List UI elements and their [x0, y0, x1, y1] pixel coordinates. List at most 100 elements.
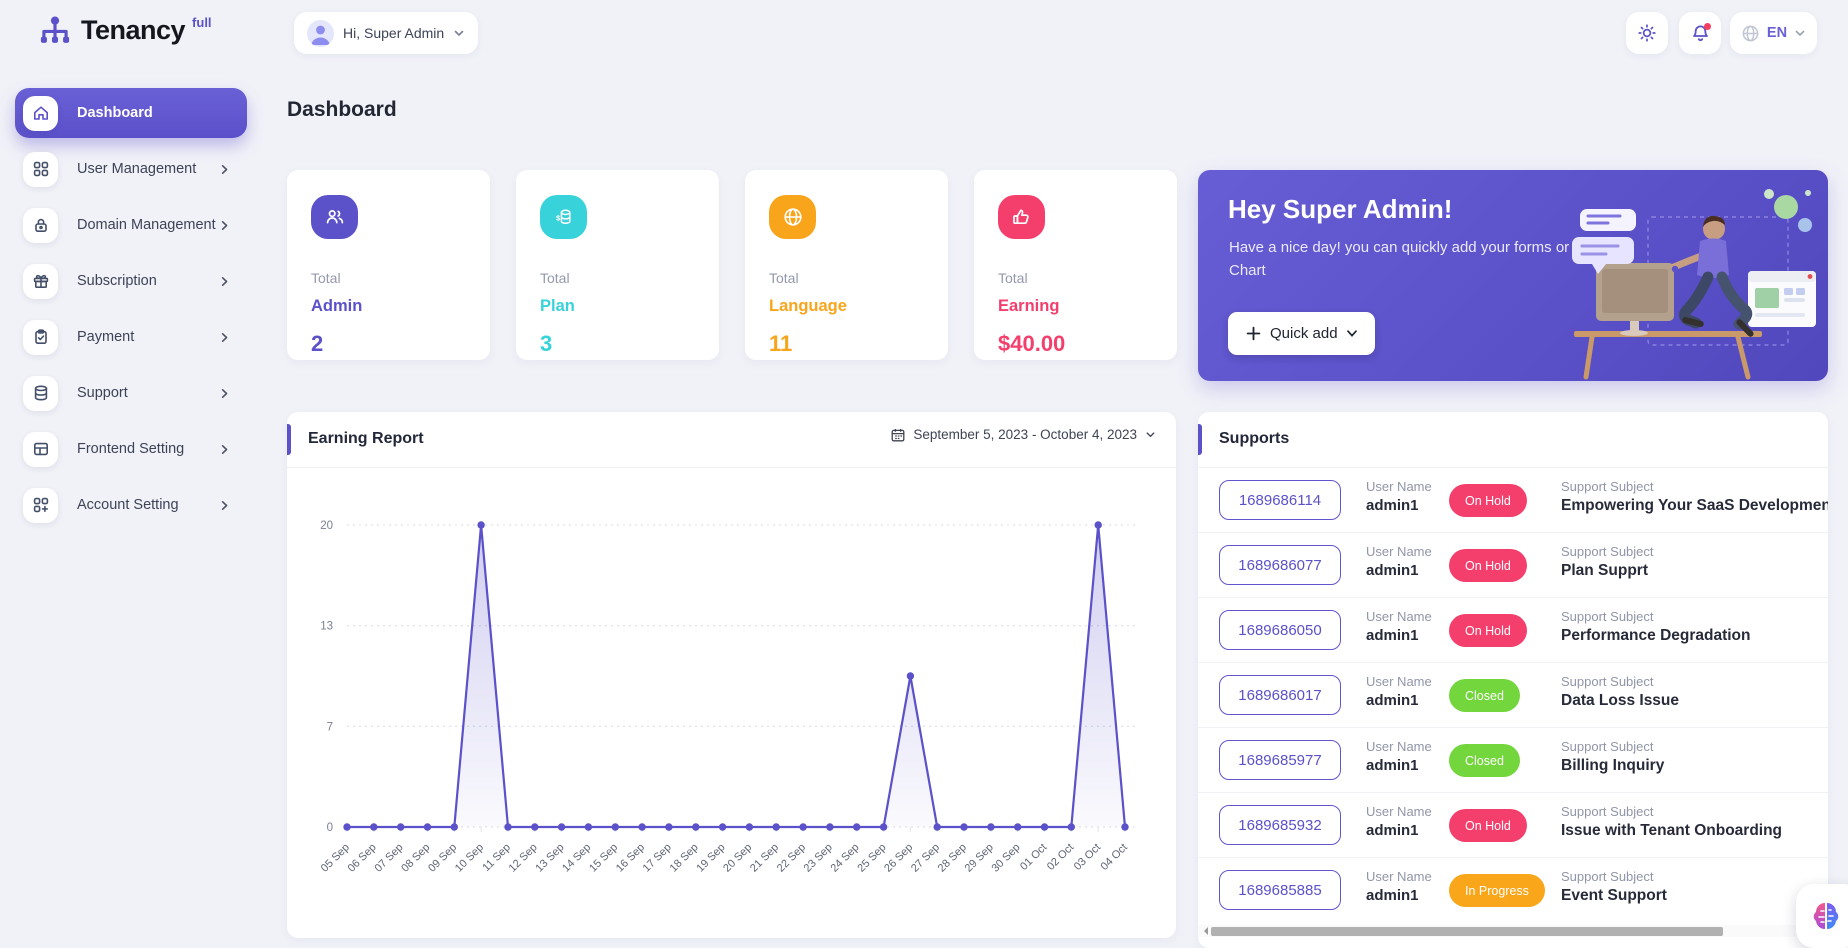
lock-icon: [23, 208, 58, 243]
support-subject-label: Support Subject: [1561, 674, 1828, 689]
grid-plus-icon: [23, 488, 58, 523]
calendar-icon: [891, 428, 905, 442]
profile-menu-button[interactable]: Hi, Super Admin: [294, 12, 478, 54]
language-selector[interactable]: EN: [1730, 12, 1817, 54]
sidebar-item-dashboard[interactable]: Dashboard: [15, 88, 247, 138]
brand-logo[interactable]: Tenancy full: [36, 14, 212, 52]
notifications-button[interactable]: [1679, 12, 1721, 54]
brand-tree-icon: [36, 14, 74, 52]
stat-card-earning: TotalEarning$40.00: [974, 170, 1177, 360]
sidebar-item-account-setting[interactable]: Account Setting: [15, 480, 247, 530]
stat-card-admin: TotalAdmin2: [287, 170, 490, 360]
gift-icon: [23, 264, 58, 299]
support-subject-label: Support Subject: [1561, 739, 1828, 754]
support-ticket-row: 1689685932User Nameadmin1On HoldSupport …: [1198, 793, 1828, 858]
stat-name: Language: [769, 297, 924, 316]
sidebar-item-label: Domain Management: [77, 217, 216, 233]
sidebar: Tenancy full Dashboard User Management Dom…: [0, 0, 251, 948]
sidebar-item-domain-management[interactable]: Domain Management: [15, 200, 247, 250]
support-ticket-row: 1689686017User Nameadmin1ClosedSupport S…: [1198, 663, 1828, 728]
grid-icon: [23, 152, 58, 187]
ticket-id-button[interactable]: 1689686017: [1219, 675, 1341, 715]
support-subject-label: Support Subject: [1561, 479, 1828, 494]
quick-add-button[interactable]: Quick add: [1228, 312, 1375, 355]
horizontal-scrollbar[interactable]: [1198, 925, 1828, 937]
earning-chart: 07132005 Sep06 Sep07 Sep08 Sep09 Sep10 S…: [287, 469, 1176, 939]
sidebar-item-payment[interactable]: Payment: [15, 312, 247, 362]
chevron-down-icon: [1145, 429, 1156, 440]
stat-value: 2: [311, 331, 466, 357]
svg-text:06 Sep: 06 Sep: [346, 841, 379, 874]
plus-icon: [1246, 326, 1261, 341]
svg-text:02 Oct: 02 Oct: [1045, 841, 1076, 872]
scrollbar-thumb[interactable]: [1211, 927, 1723, 936]
sidebar-item-label: Support: [77, 385, 128, 401]
supports-panel: Supports 1689686114User Nameadmin1On Hol…: [1198, 412, 1828, 948]
sidebar-item-label: Frontend Setting: [77, 441, 184, 457]
chevron-right-icon: [218, 499, 231, 512]
coins-icon: $: [540, 195, 587, 239]
user-name-label: User Name: [1366, 479, 1432, 494]
user-name-value: admin1: [1366, 822, 1432, 839]
sidebar-item-subscription[interactable]: Subscription: [15, 256, 247, 306]
svg-text:03 Oct: 03 Oct: [1072, 841, 1103, 872]
brand-name: Tenancy: [81, 14, 185, 46]
user-name-label: User Name: [1366, 674, 1432, 689]
stat-total-label: Total: [311, 270, 466, 286]
theme-toggle-button[interactable]: [1626, 12, 1668, 54]
status-badge: On Hold: [1449, 809, 1527, 842]
brand-suffix: full: [192, 15, 212, 30]
support-subject-label: Support Subject: [1561, 544, 1828, 559]
date-range-picker[interactable]: September 5, 2023 - October 4, 2023: [891, 427, 1156, 442]
subject-cell: Support SubjectEvent Support: [1561, 869, 1828, 905]
accent-bar: [287, 424, 291, 455]
avatar: [307, 20, 334, 47]
sidebar-item-frontend-setting[interactable]: Frontend Setting: [15, 424, 247, 474]
earning-report-panel: Earning Report September 5, 2023 - Octob…: [287, 412, 1176, 938]
user-cell: User Nameadmin1: [1366, 739, 1432, 774]
sidebar-item-support[interactable]: Support: [15, 368, 247, 418]
users-icon: [311, 195, 358, 239]
status-badge: Closed: [1449, 679, 1520, 712]
svg-text:30 Sep: 30 Sep: [990, 841, 1023, 874]
svg-text:28 Sep: 28 Sep: [936, 841, 969, 874]
stat-total-label: Total: [998, 270, 1153, 286]
ticket-id-button[interactable]: 1689685932: [1219, 805, 1341, 845]
supports-title: Supports: [1219, 430, 1289, 448]
ticket-id-button[interactable]: 1689686050: [1219, 610, 1341, 650]
svg-text:25 Sep: 25 Sep: [855, 841, 888, 874]
scroll-left-arrow[interactable]: [1200, 927, 1208, 935]
svg-text:05 Sep: 05 Sep: [319, 841, 352, 874]
svg-text:22 Sep: 22 Sep: [775, 841, 808, 874]
database-icon: [23, 376, 58, 411]
stat-card-plan: $TotalPlan3: [516, 170, 719, 360]
chevron-right-icon: [218, 219, 231, 232]
welcome-illustration: [1562, 185, 1820, 381]
earning-report-header: Earning Report September 5, 2023 - Octob…: [287, 412, 1176, 468]
ticket-id-button[interactable]: 1689686114: [1219, 480, 1341, 520]
sidebar-item-user-management[interactable]: User Management: [15, 144, 247, 194]
ticket-id-button[interactable]: 1689686077: [1219, 545, 1341, 585]
globe-icon: [769, 195, 816, 239]
sidebar-item-label: Subscription: [77, 273, 157, 289]
assistant-floating-button[interactable]: [1796, 884, 1848, 948]
stat-name: Earning: [998, 297, 1153, 316]
layout-table-icon: [23, 432, 58, 467]
ticket-id-button[interactable]: 1689685885: [1219, 870, 1341, 910]
user-name-label: User Name: [1366, 544, 1432, 559]
assistant-brain-icon: [1809, 899, 1843, 933]
svg-text:26 Sep: 26 Sep: [882, 841, 915, 874]
svg-text:19 Sep: 19 Sep: [694, 841, 727, 874]
support-subject-value: Issue with Tenant Onboarding: [1561, 822, 1828, 840]
svg-text:20: 20: [320, 520, 333, 532]
ticket-id-button[interactable]: 1689685977: [1219, 740, 1341, 780]
earning-report-title: Earning Report: [308, 430, 424, 448]
chevron-down-icon: [453, 27, 465, 39]
svg-text:17 Sep: 17 Sep: [641, 841, 674, 874]
svg-text:10 Sep: 10 Sep: [453, 841, 486, 874]
user-cell: User Nameadmin1: [1366, 609, 1432, 644]
svg-text:29 Sep: 29 Sep: [963, 841, 996, 874]
svg-text:$: $: [556, 214, 561, 223]
accent-bar: [1198, 424, 1202, 455]
support-subject-value: Event Support: [1561, 887, 1828, 905]
